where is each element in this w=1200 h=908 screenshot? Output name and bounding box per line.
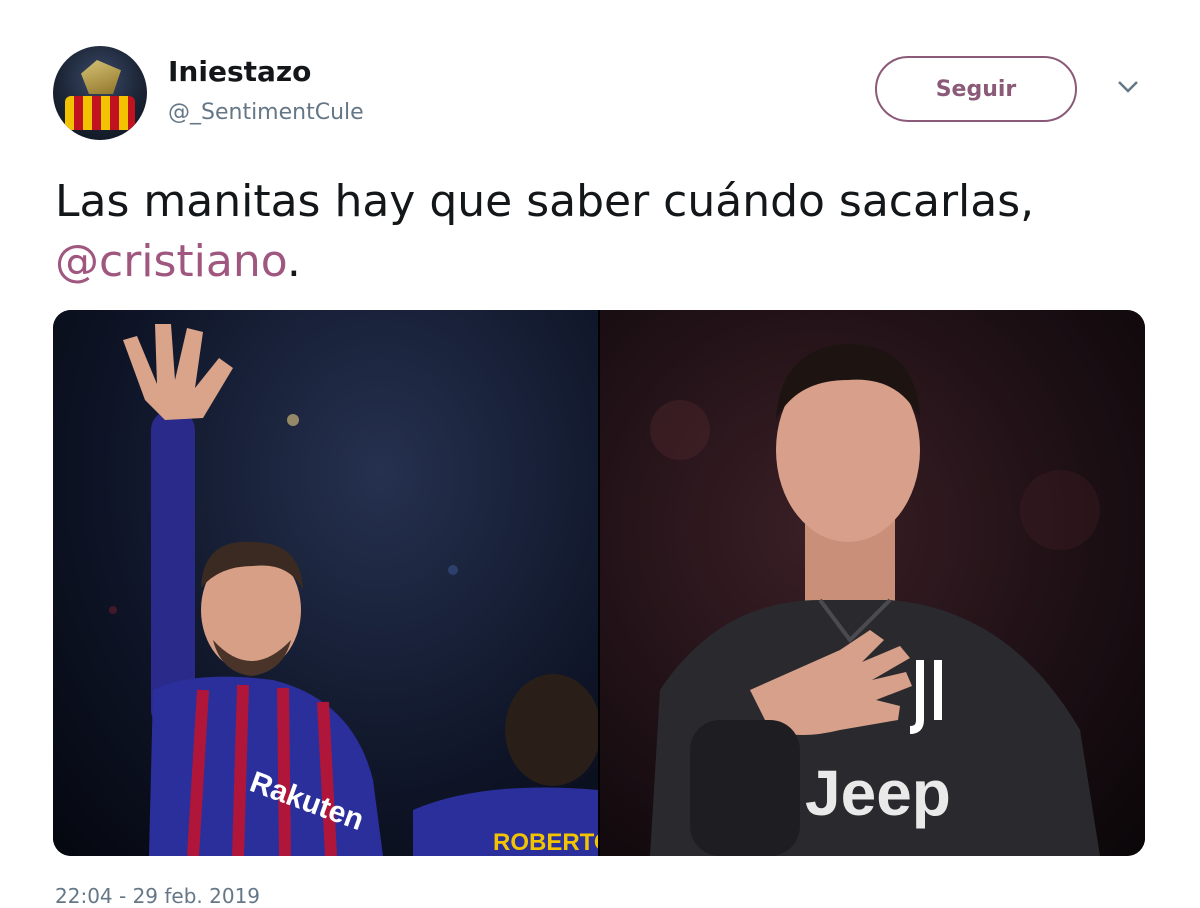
photo-left-illustration: Rakuten ROBERTO	[109, 324, 598, 856]
photo-player-waving[interactable]: Rakuten ROBERTO	[53, 310, 598, 856]
follow-button[interactable]: Seguir	[875, 56, 1077, 122]
media-grid[interactable]: Rakuten ROBERTO Jeep	[53, 310, 1145, 856]
tweet-body: Las manitas hay que saber cuándo sacarla…	[55, 176, 1035, 227]
mention-link[interactable]: @cristiano	[55, 236, 287, 287]
photo-right-illustration: Jeep	[650, 344, 1100, 856]
avatar-crest	[65, 96, 135, 130]
left-back-name: ROBERTO	[493, 829, 598, 856]
author-name[interactable]: Iniestazo	[168, 55, 311, 88]
author-handle[interactable]: @_SentimentCule	[168, 100, 364, 125]
chevron-down-icon[interactable]	[1117, 80, 1139, 94]
avatar[interactable]	[53, 46, 147, 140]
right-jersey-sponsor: Jeep	[805, 757, 951, 829]
tweet-text: Las manitas hay que saber cuándo sacarla…	[55, 172, 1155, 292]
avatar-figure	[81, 60, 121, 94]
tweet-period: .	[286, 236, 301, 287]
photo-player-gesture[interactable]: Jeep	[600, 310, 1145, 856]
tweet-date[interactable]: 22:04 - 29 feb. 2019	[55, 884, 260, 908]
